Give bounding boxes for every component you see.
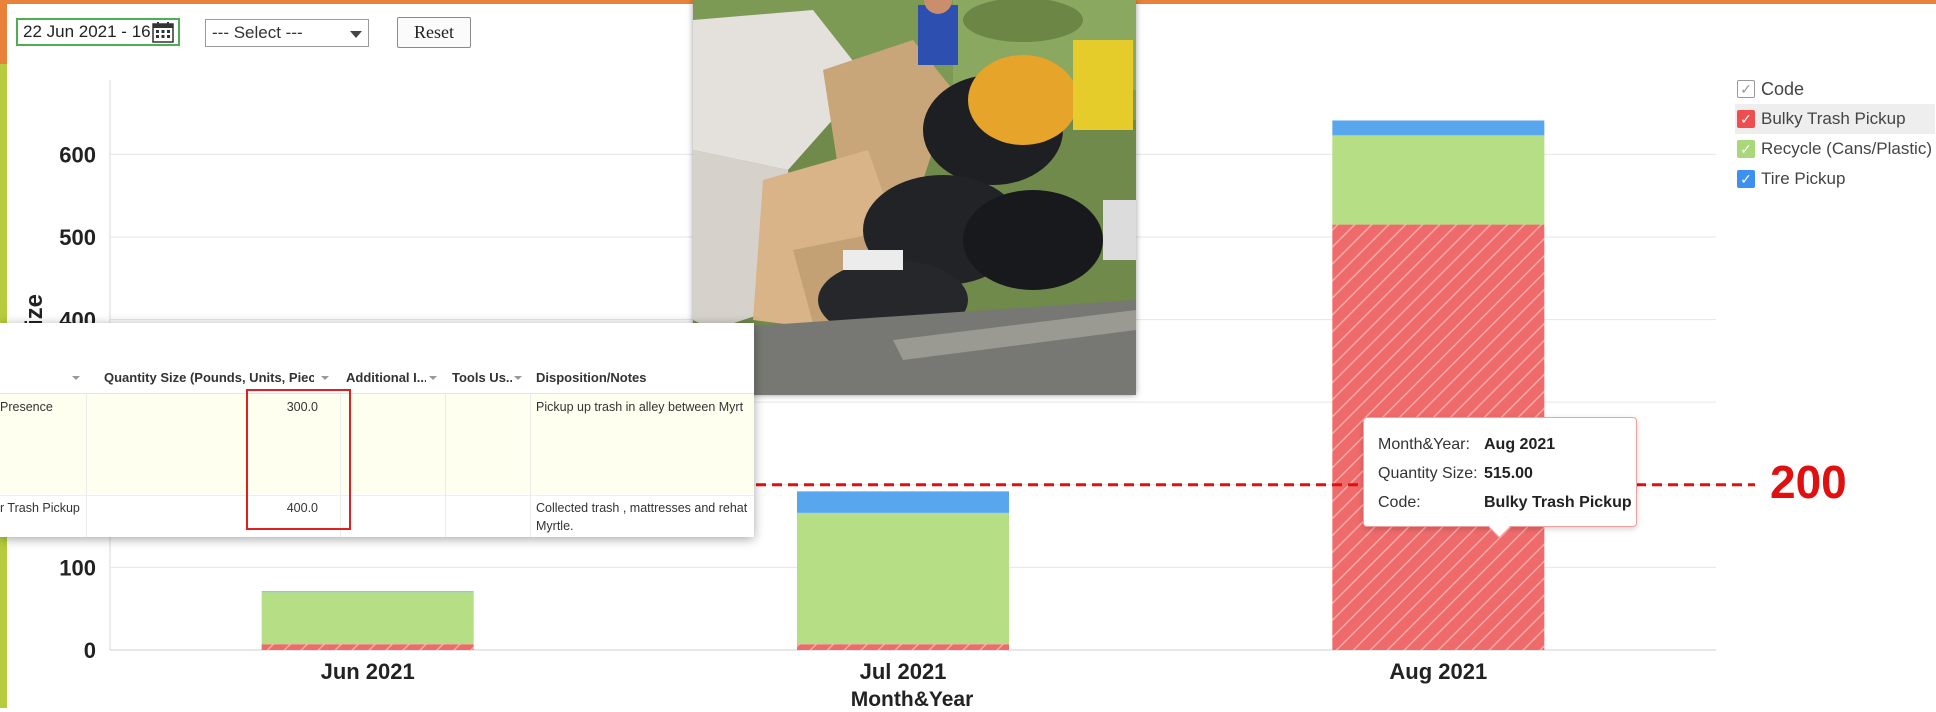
bar-segment[interactable]	[261, 644, 474, 650]
bar-segment[interactable]	[1332, 120, 1545, 136]
legend-title[interactable]: ✓ Code	[1735, 74, 1935, 104]
sort-caret-icon[interactable]	[429, 376, 437, 380]
tooltip-value: Bulky Trash Pickup	[1484, 494, 1632, 511]
tooltip-row-qty: Quantity Size: 515.00	[1378, 463, 1533, 485]
tooltip-value: Aug 2021	[1484, 436, 1556, 453]
data-grid-panel: Quantity Size (Pounds, Units, Piece... A…	[0, 323, 754, 537]
code-select[interactable]: --- Select ---	[205, 19, 369, 47]
bar-segment[interactable]	[1332, 135, 1545, 225]
chart-tooltip: Month&Year: Aug 2021 Quantity Size: 515.00…	[1363, 417, 1637, 539]
cell-notes: Myrtle.	[536, 519, 574, 533]
x-tick-label: Jun 2021	[321, 659, 415, 684]
tooltip-row-code: Code: Bulky Trash Pickup	[1378, 492, 1632, 514]
bar-segment[interactable]	[261, 592, 474, 645]
x-axis-title: Month&Year	[850, 688, 974, 711]
y-tick-label: 100	[59, 555, 96, 580]
legend-item-bulky-trash[interactable]: ✓ Bulky Trash Pickup	[1735, 104, 1935, 134]
tooltip-key: Quantity Size:	[1378, 465, 1478, 482]
legend-item-label: Bulky Trash Pickup	[1761, 109, 1906, 128]
bar-segment[interactable]	[261, 591, 474, 593]
legend-item-tire[interactable]: ✓ Tire Pickup	[1735, 164, 1935, 194]
x-tick-label: Jul 2021	[860, 659, 947, 684]
checkbox-icon: ✓	[1737, 140, 1755, 158]
column-divider	[445, 394, 446, 537]
checkbox-icon: ✓	[1737, 110, 1755, 128]
column-header-tools[interactable]: Tools Us...	[452, 363, 512, 393]
table-row[interactable]: Presence 300.0 Pickup up trash in alley …	[0, 394, 754, 494]
cell-notes: Pickup up trash in alley between Myrt	[536, 400, 744, 414]
checkbox-icon: ✓	[1737, 80, 1755, 98]
column-header-disposition[interactable]: Disposition/Notes	[536, 363, 686, 393]
checkbox-icon: ✓	[1737, 170, 1755, 188]
legend-item-label: Recycle (Cans/Plastic)	[1761, 139, 1932, 158]
sort-caret-icon[interactable]	[514, 376, 522, 380]
x-tick-label: Aug 2021	[1389, 659, 1487, 684]
column-divider	[86, 394, 87, 537]
column-header-additional[interactable]: Additional I...	[346, 363, 426, 393]
trash-pile-photo	[693, 0, 1136, 395]
bar-segment[interactable]	[797, 491, 1009, 513]
legend-item-recycle[interactable]: ✓ Recycle (Cans/Plastic)	[1735, 134, 1935, 164]
tooltip-row-month: Month&Year: Aug 2021	[1378, 434, 1555, 456]
table-row[interactable]: r Trash Pickup 400.0 Collected trash , m…	[0, 495, 754, 537]
legend-title-label: Code	[1761, 78, 1805, 99]
y-tick-label: 600	[59, 142, 96, 167]
bar-segment[interactable]	[797, 512, 1009, 645]
tooltip-value: 515.00	[1484, 465, 1533, 482]
cell-code: r Trash Pickup	[0, 501, 80, 515]
calendar-icon[interactable]	[151, 20, 175, 44]
reference-line-label: 200	[1770, 456, 1847, 508]
cell-code: Presence	[0, 400, 53, 414]
code-select-value: --- Select ---	[212, 23, 303, 42]
grid-header-row: Quantity Size (Pounds, Units, Piece... A…	[0, 363, 754, 394]
reset-button[interactable]: Reset	[397, 17, 471, 48]
chart-legend: ✓ Code ✓ Bulky Trash Pickup ✓ Recycle (C…	[1735, 74, 1935, 194]
sort-caret-icon[interactable]	[72, 376, 80, 380]
highlight-annotation-box	[246, 389, 351, 530]
sort-caret-icon[interactable]	[321, 376, 329, 380]
tooltip-key: Month&Year:	[1378, 436, 1470, 453]
bar-segment[interactable]	[797, 644, 1009, 650]
y-tick-label: 500	[59, 225, 96, 250]
column-divider	[530, 394, 531, 537]
legend-item-label: Tire Pickup	[1761, 169, 1846, 188]
y-tick-label: 0	[84, 638, 96, 663]
tooltip-key: Code:	[1378, 494, 1421, 511]
cell-notes: Collected trash , mattresses and rehat	[536, 501, 748, 515]
chevron-down-icon	[350, 31, 362, 38]
